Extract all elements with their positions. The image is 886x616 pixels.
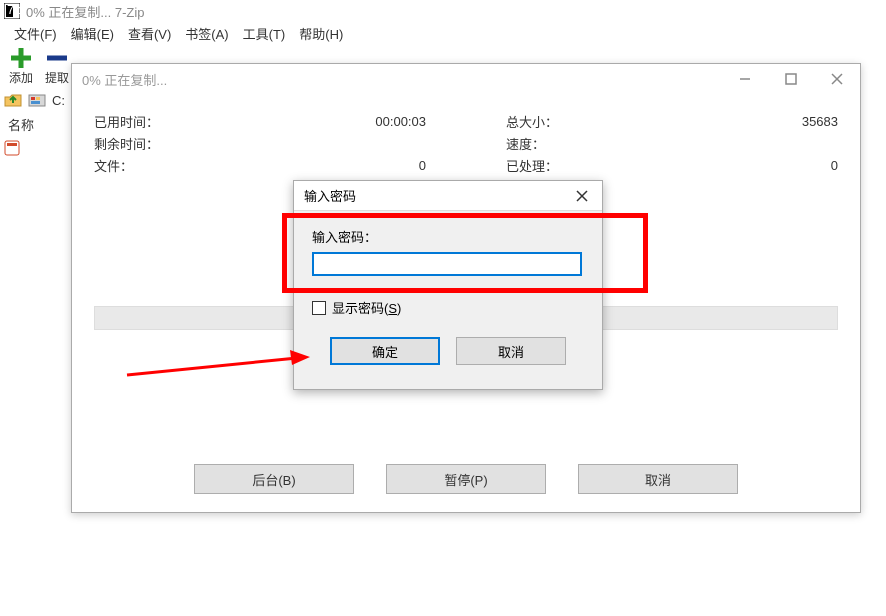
cancel-button[interactable]: 取消 [578,464,738,494]
files-label: 文件： [94,156,133,175]
app-7zip-icon: 7z [4,3,20,19]
password-dialog-title: 输入密码 [304,186,356,205]
minus-icon [47,47,67,69]
menu-bookmarks[interactable]: 书签(A) [179,22,234,45]
password-cancel-button[interactable]: 取消 [456,337,566,365]
menu-help[interactable]: 帮助(H) [293,22,349,45]
file-icon [4,140,20,156]
password-dialog: 输入密码 输入密码： 显示密码(S) 确定 取消 [293,180,603,390]
menubar: 文件(F) 编辑(E) 查看(V) 书签(A) 工具(T) 帮助(H) [0,22,886,44]
remaining-time-label: 剩余时间： [94,134,159,153]
elapsed-time-label: 已用时间： [94,112,159,131]
progress-title: 0% 正在复制... [72,70,167,89]
files-value: 0 [419,158,426,173]
menu-file[interactable]: 文件(F) [8,22,63,45]
progress-titlebar: 0% 正在复制... [72,64,860,94]
total-size-value: 35683 [802,114,838,129]
toolbar-extract-button[interactable]: 提取 [40,46,74,86]
menu-view[interactable]: 查看(V) [122,22,177,45]
disk-icon [28,91,46,109]
maximize-button[interactable] [768,64,814,94]
password-titlebar: 输入密码 [294,181,602,211]
password-close-button[interactable] [562,181,602,211]
main-title: 0% 正在复制... 7-Zip [26,2,144,21]
main-titlebar: 7z 0% 正在复制... 7-Zip [0,0,886,22]
close-button[interactable] [814,64,860,94]
password-ok-button[interactable]: 确定 [330,337,440,365]
minimize-button[interactable] [722,64,768,94]
show-password-label: 显示密码(S) [332,298,401,317]
folder-up-icon[interactable] [4,91,22,109]
menu-tools[interactable]: 工具(T) [237,22,292,45]
toolbar-add-button[interactable]: 添加 [4,46,38,86]
elapsed-time-value: 00:00:03 [375,114,426,129]
processed-label: 已处理： [506,156,558,175]
password-input[interactable] [312,252,582,276]
password-prompt-label: 输入密码： [312,227,584,246]
total-size-label: 总大小： [506,112,558,131]
pause-button[interactable]: 暂停(P) [386,464,546,494]
speed-label: 速度： [506,134,545,153]
path-text[interactable]: C: [52,93,65,108]
show-password-checkbox[interactable] [312,301,326,315]
menu-edit[interactable]: 编辑(E) [65,22,120,45]
plus-icon [11,47,31,69]
svg-text:7z: 7z [7,3,20,17]
processed-value: 0 [831,158,838,173]
background-button[interactable]: 后台(B) [194,464,354,494]
